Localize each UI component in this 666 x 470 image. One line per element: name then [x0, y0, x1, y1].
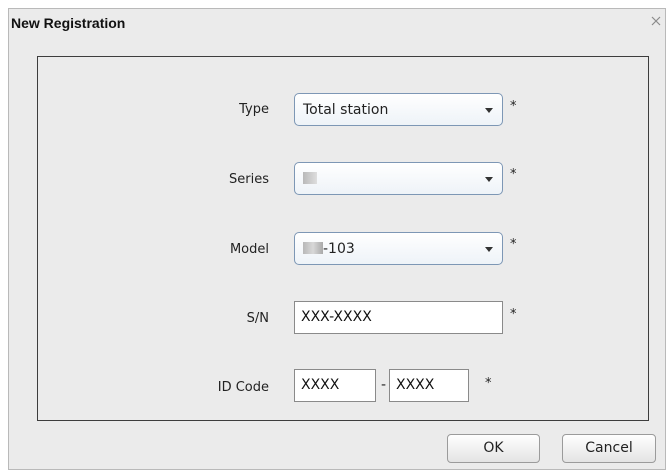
close-icon[interactable]: [651, 16, 661, 26]
dialog-title: New Registration: [11, 15, 126, 31]
series-required-marker: *: [510, 167, 517, 182]
chevron-down-icon: [485, 247, 493, 252]
series-dropdown-value: [303, 171, 317, 187]
model-required-marker: *: [510, 237, 517, 252]
registration-form-panel: Type Total station * Series * Model -103…: [37, 56, 649, 421]
chevron-down-icon: [485, 108, 493, 113]
ok-button[interactable]: OK: [447, 434, 540, 463]
id-code-required-marker: *: [485, 376, 492, 391]
cancel-button[interactable]: Cancel: [562, 434, 656, 463]
type-dropdown[interactable]: Total station: [294, 93, 503, 126]
model-label: Model: [229, 242, 269, 257]
series-dropdown[interactable]: [294, 162, 503, 195]
sn-input[interactable]: XXX-XXXX: [294, 301, 503, 334]
sn-label: S/N: [246, 311, 269, 326]
redacted-placeholder: [303, 172, 317, 184]
series-label: Series: [229, 172, 269, 187]
model-dropdown-value: -103: [303, 241, 355, 257]
model-dropdown[interactable]: -103: [294, 232, 503, 265]
chevron-down-icon: [485, 177, 493, 182]
type-dropdown-value: Total station: [303, 102, 389, 118]
id-code-part2-input[interactable]: XXXX: [389, 369, 469, 402]
sn-required-marker: *: [510, 307, 517, 322]
id-code-separator: -: [381, 377, 387, 393]
type-required-marker: *: [510, 99, 517, 114]
id-code-part1-input[interactable]: XXXX: [294, 369, 376, 402]
type-label: Type: [239, 102, 269, 117]
redacted-placeholder: [303, 242, 323, 254]
new-registration-dialog: New Registration Type Total station * Se…: [8, 8, 666, 470]
id-code-label: ID Code: [217, 380, 269, 395]
